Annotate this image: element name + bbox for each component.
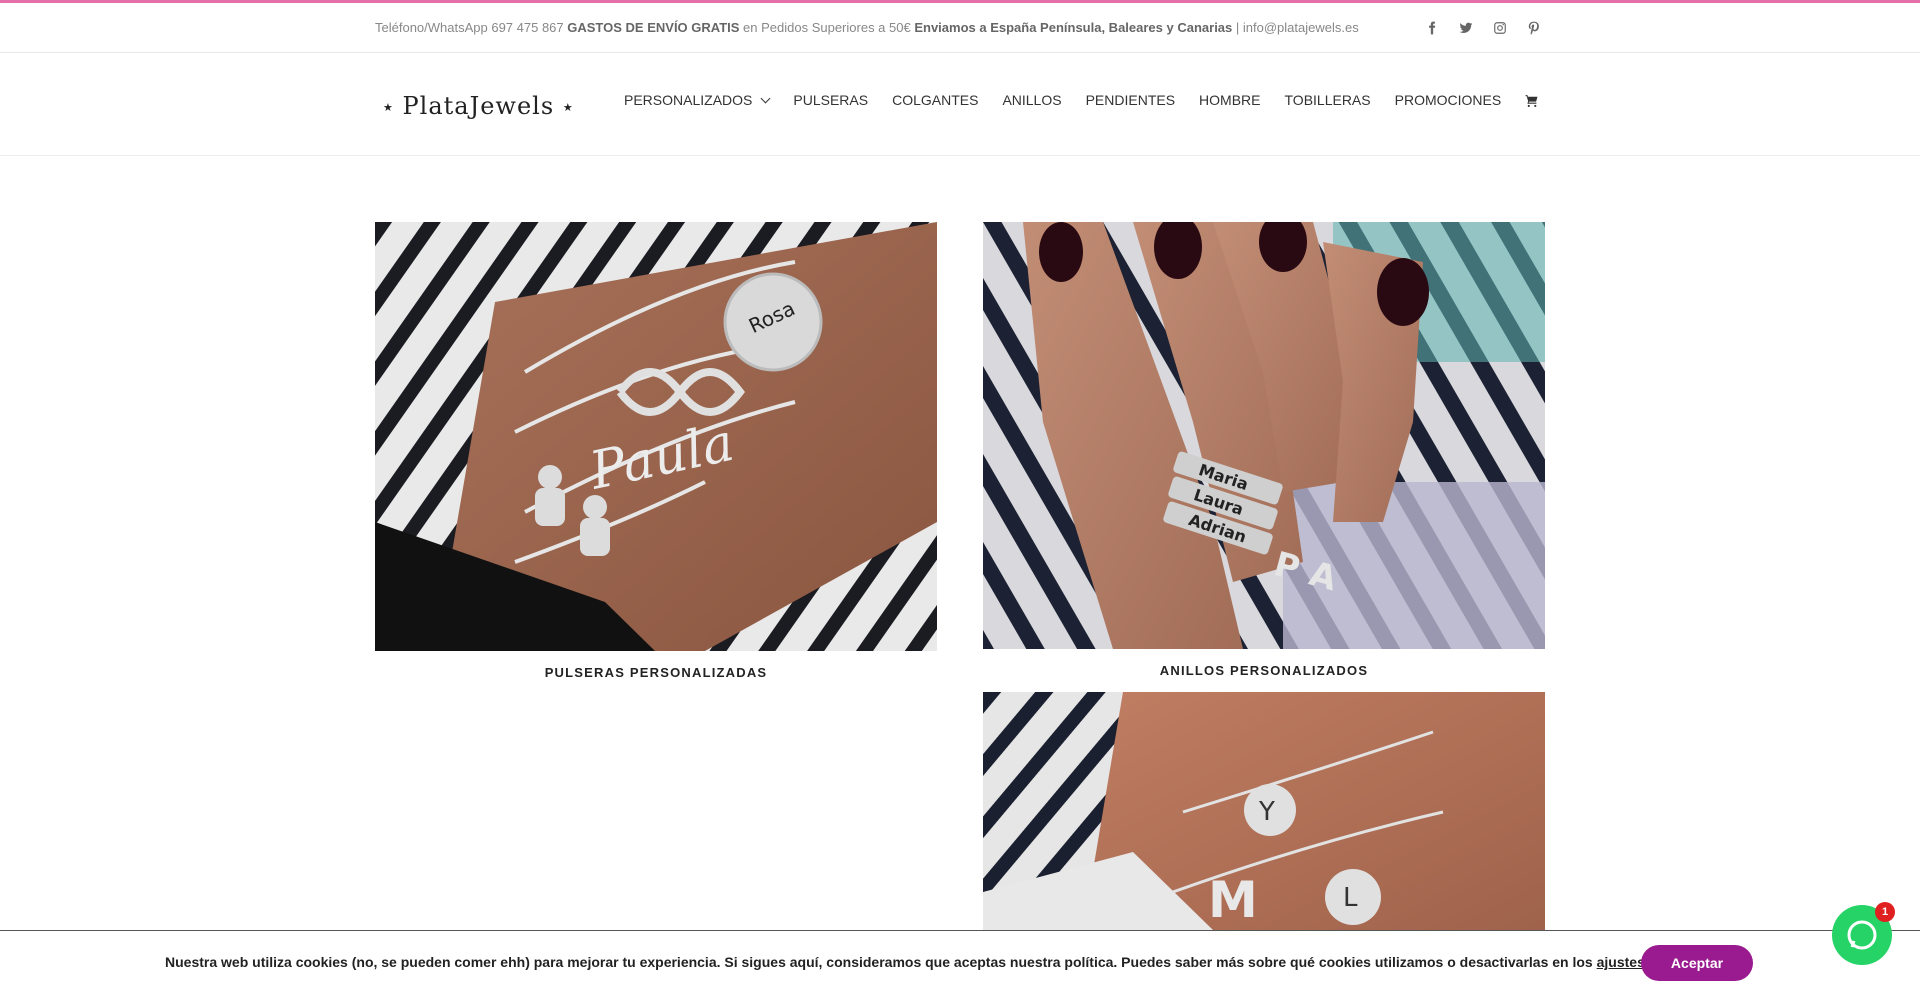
topbar-info: Teléfono/WhatsApp 697 475 867 GASTOS DE … <box>375 20 1359 35</box>
separator: | <box>1232 20 1243 35</box>
pinterest-icon[interactable] <box>1527 20 1541 36</box>
nav-item-anillos[interactable]: ANILLOS <box>990 88 1073 112</box>
cookie-settings-link[interactable]: ajustes <box>1597 954 1645 970</box>
nav-item-promociones[interactable]: PROMOCIONES <box>1383 88 1514 112</box>
svg-text:L: L <box>1343 883 1358 913</box>
email-link[interactable]: info@platajewels.es <box>1243 20 1359 35</box>
accept-cookies-button[interactable]: Aceptar <box>1641 945 1753 981</box>
caption-anillos[interactable]: ANILLOS PERSONALIZADOS <box>983 663 1545 678</box>
phone-text[interactable]: Teléfono/WhatsApp 697 475 867 <box>375 20 564 35</box>
site-header: ★ PlataJewels ★ PERSONALIZADOS PULSERAS … <box>0 54 1920 156</box>
nav-item-pendientes[interactable]: PENDIENTES <box>1074 88 1187 112</box>
twitter-icon[interactable] <box>1459 20 1473 36</box>
site-logo[interactable]: ★ PlataJewels ★ <box>383 92 574 120</box>
product-image-rings[interactable]: Maria Laura Adrian P A <box>983 222 1545 649</box>
caption-pulseras[interactable]: PULSERAS PERSONALIZADAS <box>375 665 937 680</box>
svg-text:Y: Y <box>1258 797 1275 827</box>
cookie-text: Nuestra web utiliza cookies (no, se pued… <box>165 954 1649 970</box>
instagram-icon[interactable] <box>1493 20 1507 36</box>
cart-icon[interactable] <box>1513 88 1550 112</box>
logo-star-left: ★ <box>383 101 394 114</box>
shipping-condition-text: en Pedidos Superiores a 50€ <box>739 20 915 35</box>
logo-star-right: ★ <box>562 101 574 114</box>
main-nav: PERSONALIZADOS PULSERAS COLGANTES ANILLO… <box>624 88 1550 112</box>
nav-item-hombre[interactable]: HOMBRE <box>1187 88 1272 112</box>
free-shipping-text: GASTOS DE ENVÍO GRATIS <box>567 20 740 35</box>
product-image-bracelets[interactable]: Rosa Paula <box>375 222 937 651</box>
facebook-icon[interactable] <box>1425 20 1439 36</box>
nav-item-colgantes[interactable]: COLGANTES <box>880 88 990 112</box>
nav-item-tobilleras[interactable]: TOBILLERAS <box>1273 88 1383 112</box>
cookie-message: Nuestra web utiliza cookies (no, se pued… <box>165 954 1597 970</box>
regions-text: Enviamos a España Península, Baleares y … <box>914 20 1233 35</box>
svg-text:M: M <box>1208 871 1258 929</box>
logo-text: PlataJewels <box>402 92 555 120</box>
chevron-down-icon <box>760 93 771 103</box>
top-bar: Teléfono/WhatsApp 697 475 867 GASTOS DE … <box>0 3 1920 53</box>
nav-item-pulseras[interactable]: PULSERAS <box>781 88 880 112</box>
social-links <box>1425 20 1541 36</box>
cookie-banner: Nuestra web utiliza cookies (no, se pued… <box>0 930 1920 993</box>
nav-item-personalizados[interactable]: PERSONALIZADOS <box>624 88 781 112</box>
product-image-initial-bracelets[interactable]: Y L M <box>983 692 1545 930</box>
notification-badge: 1 <box>1875 902 1895 922</box>
nav-item-label: PERSONALIZADOS <box>624 92 753 108</box>
